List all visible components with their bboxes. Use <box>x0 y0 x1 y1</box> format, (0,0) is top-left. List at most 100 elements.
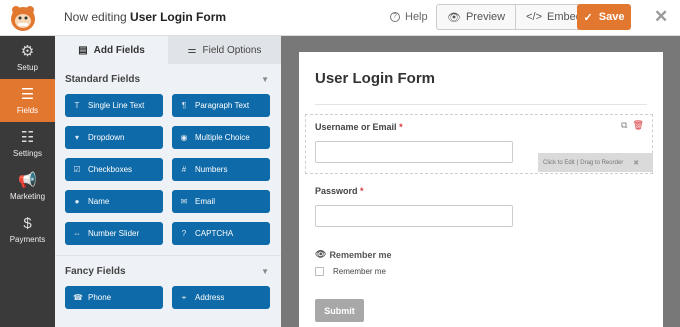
dropdown-icon: ▾ <box>74 133 79 142</box>
field-button-captcha[interactable]: ? CAPTCHA <box>172 222 270 245</box>
save-label: Save <box>598 11 625 23</box>
form-name: User Login Form <box>130 10 227 24</box>
username-input[interactable] <box>315 141 513 163</box>
help-icon: ? <box>390 12 400 22</box>
panel-tabs: ▤ Add Fields ⚌ Field Options <box>55 36 281 64</box>
field-button-label: Checkboxes <box>88 165 133 174</box>
chevron-down-icon: ▼ <box>261 74 269 84</box>
paragraph-icon: ¶ <box>181 101 187 110</box>
list-icon: ▤ <box>78 44 88 56</box>
remember-heading-text: Remember me <box>329 249 392 260</box>
nav-label-fields: Fields <box>16 105 39 115</box>
field-actions: ⧉ 🗑 <box>621 120 644 131</box>
field-button-label: CAPTCHA <box>195 229 234 238</box>
nav-item-settings[interactable]: ☷ Settings <box>0 122 55 165</box>
edit-hint-text: Click to Edit <box>543 159 575 166</box>
field-button-address[interactable]: ⌖ Address <box>172 286 270 309</box>
tab-field-options[interactable]: ⚌ Field Options <box>168 36 281 64</box>
tab-add-fields-label: Add Fields <box>93 44 145 56</box>
checkmark-icon: ✓ <box>583 11 593 24</box>
eye-icon: 👁 <box>447 11 461 24</box>
password-label-text: Password <box>315 186 358 196</box>
drag-hint[interactable]: Click to Edit | Drag to Reorder ✖ <box>538 153 653 172</box>
field-button-paragraph-text[interactable]: ¶ Paragraph Text <box>172 94 270 117</box>
field-button-dropdown[interactable]: ▾ Dropdown <box>65 126 163 149</box>
fancy-fields-grid: ☎ Phone ⌖ Address <box>55 286 281 309</box>
field-button-label: Name <box>88 197 110 206</box>
question-icon: ? <box>181 229 187 238</box>
map-pin-icon: ⌖ <box>181 292 187 302</box>
password-label: Password * <box>315 186 364 196</box>
duplicate-icon[interactable]: ⧉ <box>621 120 627 131</box>
field-button-numbers[interactable]: # Numbers <box>172 158 270 181</box>
nav-item-fields[interactable]: ☰ Fields <box>0 79 55 122</box>
hint-separator: | <box>576 159 579 166</box>
slider-icon: ⇔ <box>73 229 81 238</box>
builder-sidebar: ⚙ Setup ☰ Fields ☷ Settings 📢 Marketing … <box>0 36 55 327</box>
sliders-icon: ⚌ <box>187 44 197 56</box>
form-preview: User Login Form Username or Email * ⧉ 🗑 … <box>299 52 663 327</box>
field-button-label: Numbers <box>195 165 228 174</box>
checkbox-icon: ☑ <box>73 165 81 174</box>
save-button[interactable]: ✓ Save <box>577 4 631 30</box>
close-icon[interactable]: ✕ <box>654 7 668 27</box>
tab-field-options-label: Field Options <box>202 44 262 56</box>
standard-fields-title: Standard Fields <box>65 73 141 85</box>
user-icon: ● <box>74 197 80 206</box>
nav-label-settings: Settings <box>13 148 42 158</box>
fancy-fields-header[interactable]: Fancy Fields ▼ <box>55 256 281 286</box>
megaphone-icon: 📢 <box>18 171 37 189</box>
preview-button[interactable]: 👁 Preview <box>437 5 515 29</box>
editing-title: Now editing User Login Form <box>64 10 226 24</box>
chevron-down-icon: ▼ <box>261 266 269 276</box>
nav-item-setup[interactable]: ⚙ Setup <box>0 36 55 79</box>
field-button-label: Email <box>195 197 216 206</box>
hash-icon: # <box>181 165 187 174</box>
field-button-number-slider[interactable]: ⇔ Number Slider <box>65 222 163 245</box>
top-bar: Now editing User Login Form ? Help 👁 Pre… <box>0 0 680 36</box>
reorder-hint-text: Drag to Reorder <box>580 159 624 166</box>
field-button-label: Phone <box>88 293 112 302</box>
field-button-single-line-text[interactable]: T Single Line Text <box>65 94 163 117</box>
envelope-icon: ✉ <box>180 197 188 206</box>
phone-icon: ☎ <box>73 293 83 302</box>
field-button-email[interactable]: ✉ Email <box>172 190 270 213</box>
fancy-fields-section: Fancy Fields ▼ ☎ Phone ⌖ Address <box>55 255 281 309</box>
tab-add-fields[interactable]: ▤ Add Fields <box>55 36 168 64</box>
submit-button[interactable]: Submit <box>315 299 364 322</box>
form-preview-area: User Login Form Username or Email * ⧉ 🗑 … <box>281 36 680 327</box>
nav-item-payments[interactable]: $ Payments <box>0 208 55 251</box>
eye-slash-icon: 👁 <box>315 249 327 259</box>
form-title: User Login Form <box>315 70 436 87</box>
fancy-fields-title: Fancy Fields <box>65 265 126 277</box>
editing-prefix: Now editing <box>64 10 127 24</box>
help-label: Help <box>405 11 428 23</box>
wpforms-logo <box>11 6 35 31</box>
field-button-name[interactable]: ● Name <box>65 190 163 213</box>
field-button-label: Single Line Text <box>88 101 145 110</box>
sliders-icon: ☷ <box>20 128 35 146</box>
nav-label-setup: Setup <box>17 62 38 72</box>
field-button-checkboxes[interactable]: ☑ Checkboxes <box>65 158 163 181</box>
preview-label: Preview <box>465 11 506 23</box>
required-mark: * <box>399 122 403 132</box>
text-icon: T <box>74 101 80 110</box>
nav-item-marketing[interactable]: 📢 Marketing <box>0 165 55 208</box>
radio-icon: ◉ <box>180 133 188 142</box>
help-button[interactable]: ? Help <box>390 11 428 23</box>
standard-fields-header[interactable]: Standard Fields ▼ <box>55 64 281 94</box>
field-button-multiple-choice[interactable]: ◉ Multiple Choice <box>172 126 270 149</box>
password-input[interactable] <box>315 205 513 227</box>
remember-me-checkbox-label: Remember me <box>333 267 386 276</box>
nav-label-payments: Payments <box>9 234 46 244</box>
field-button-phone[interactable]: ☎ Phone <box>65 286 163 309</box>
dollar-icon: $ <box>23 214 32 232</box>
gear-icon: ⚙ <box>20 42 35 60</box>
field-button-label: Dropdown <box>88 133 125 142</box>
title-divider <box>315 104 647 105</box>
fields-panel: ▤ Add Fields ⚌ Field Options Standard Fi… <box>55 36 281 327</box>
remember-me-checkbox[interactable] <box>315 267 324 276</box>
trash-icon[interactable]: 🗑 <box>632 120 643 131</box>
preview-embed-group: 👁 Preview </> Embed <box>436 4 593 30</box>
close-icon[interactable]: ✖ <box>633 159 639 167</box>
